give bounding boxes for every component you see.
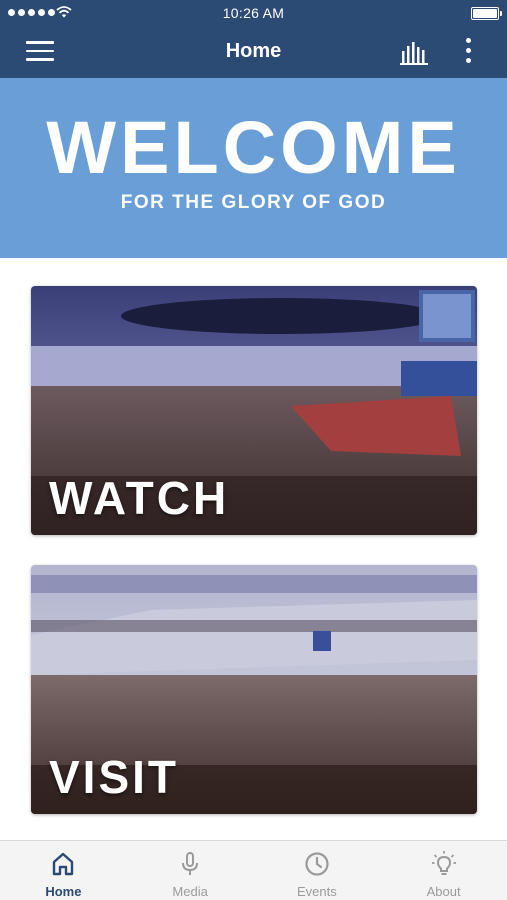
tab-media-label: Media (172, 884, 208, 899)
status-time: 10:26 AM (222, 5, 285, 21)
tab-about[interactable]: About (380, 841, 507, 900)
app-bar: Home (0, 26, 507, 78)
audio-bars-icon[interactable] (400, 41, 430, 65)
more-options-icon[interactable] (462, 38, 474, 68)
watch-card[interactable]: WATCH (31, 286, 477, 535)
status-bar: 10:26 AM (0, 0, 507, 26)
tab-events[interactable]: Events (254, 841, 381, 900)
microphone-icon (182, 852, 199, 875)
lightbulb-icon (431, 851, 456, 875)
banner-title: WELCOME (46, 106, 461, 189)
tab-media[interactable]: Media (127, 841, 254, 900)
visit-card[interactable]: VISIT (31, 565, 477, 814)
tab-home[interactable]: Home (0, 841, 127, 900)
welcome-banner: WELCOME FOR THE GLORY OF GOD (0, 78, 507, 258)
banner-subtitle: FOR THE GLORY OF GOD (120, 192, 387, 213)
battery-icon (471, 7, 502, 20)
visit-label: VISIT (49, 751, 180, 803)
tab-events-label: Events (297, 884, 337, 899)
tab-home-label: Home (45, 884, 82, 899)
home-icon (53, 852, 74, 876)
page-title: Home (225, 40, 282, 62)
bottom-tab-bar: Home Media Events About (0, 840, 507, 900)
tab-about-label: About (426, 884, 461, 899)
watch-label: WATCH (49, 472, 230, 524)
clock-icon (305, 852, 329, 876)
